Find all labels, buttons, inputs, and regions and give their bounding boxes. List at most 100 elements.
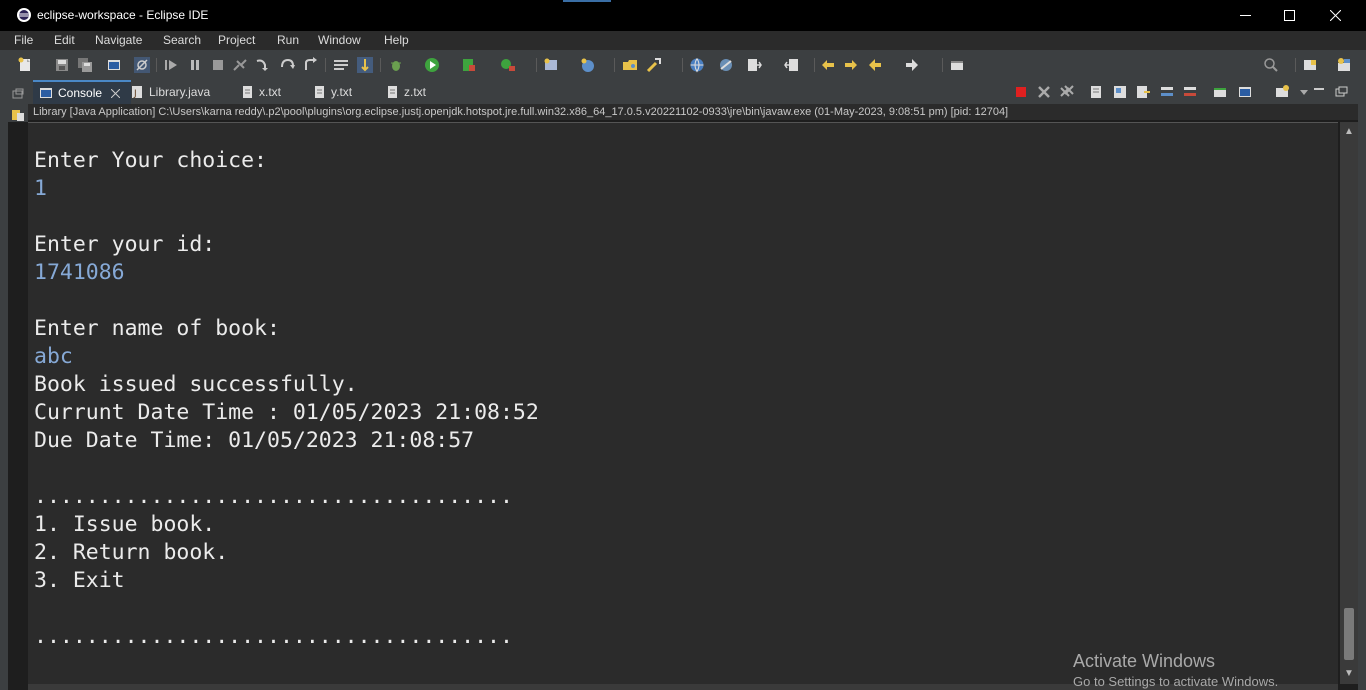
tab-y-txt[interactable]: y.txt [312, 80, 352, 104]
menu-run[interactable]: Run [277, 33, 299, 47]
menu-navigate[interactable]: Navigate [95, 33, 142, 47]
console-output-line: Enter Your choice: [34, 148, 267, 173]
show-on-error-icon[interactable] [1182, 84, 1198, 100]
terminate-icon[interactable] [210, 57, 226, 73]
save-all-icon[interactable] [77, 57, 93, 73]
menu-help[interactable]: Help [384, 33, 409, 47]
terminate-process-icon[interactable] [1013, 84, 1029, 100]
close-tab-icon[interactable] [111, 88, 121, 98]
annotation-next-icon[interactable] [746, 57, 762, 73]
back-icon[interactable] [867, 57, 883, 73]
scroll-lock-icon[interactable] [357, 57, 373, 73]
svg-text:J: J [133, 89, 137, 99]
view-menu-icon[interactable] [1296, 84, 1312, 100]
window-title: eclipse-workspace - Eclipse IDE [37, 8, 209, 22]
web-browser-icon[interactable] [718, 57, 734, 73]
scroll-down-icon[interactable]: ▼ [1343, 668, 1355, 680]
tab-console[interactable]: Console [33, 80, 131, 104]
tab-label: Console [58, 86, 103, 100]
toolbar-separator [1295, 58, 1296, 72]
package-explorer-icon[interactable] [11, 108, 25, 122]
title-accent [563, 0, 611, 2]
menu-edit[interactable]: Edit [54, 33, 75, 47]
suspend-icon[interactable] [187, 57, 203, 73]
resume-icon[interactable] [163, 57, 179, 73]
toolbar-separator [536, 58, 537, 72]
activate-windows-watermark: Activate Windows Go to Settings to activ… [1073, 651, 1278, 689]
search-task-icon[interactable] [646, 57, 662, 73]
console-output-area[interactable]: Enter Your choice: 1 Enter your id: 1741… [28, 122, 1338, 685]
open-type-icon[interactable] [622, 57, 638, 73]
menu-project[interactable]: Project [218, 33, 255, 47]
console-text[interactable]: Enter Your choice: 1 Enter your id: 1741… [34, 147, 539, 651]
save-icon[interactable] [54, 57, 70, 73]
maximize-view-icon[interactable] [1333, 84, 1349, 100]
open-console-icon[interactable] [1274, 84, 1290, 100]
console-output-line: 3. Exit [34, 568, 125, 593]
toolbar-separator [325, 58, 326, 72]
run-icon[interactable] [424, 57, 440, 73]
toolbar-separator [814, 58, 815, 72]
vertical-scrollbar[interactable]: ▲ ▼ [1340, 122, 1358, 684]
console-input-line: abc [34, 344, 73, 369]
right-border [1358, 80, 1366, 690]
clear-console-icon[interactable] [1089, 84, 1105, 100]
display-console-icon[interactable] [1237, 84, 1253, 100]
restore-icon[interactable] [11, 88, 25, 100]
text-file-icon [388, 86, 397, 98]
next-edit-icon[interactable] [843, 57, 859, 73]
step-return-icon[interactable] [302, 57, 318, 73]
pin-console-icon[interactable] [1212, 84, 1228, 100]
scroll-thumb[interactable] [1344, 608, 1354, 660]
tab-z-txt[interactable]: z.txt [385, 80, 426, 104]
coverage-icon[interactable] [461, 57, 477, 73]
skip-breakpoints-icon[interactable] [134, 57, 150, 73]
menu-window[interactable]: Window [318, 33, 361, 47]
minimize-button[interactable] [1222, 0, 1268, 31]
show-on-output-icon[interactable] [1159, 84, 1175, 100]
step-into-icon[interactable] [255, 57, 271, 73]
menu-file[interactable]: File [14, 33, 33, 47]
perspective-icon[interactable] [1302, 57, 1318, 73]
toolbar-separator [156, 58, 157, 72]
tab-label: y.txt [331, 85, 353, 99]
minimize-view-icon[interactable] [1311, 84, 1327, 100]
console-icon [40, 88, 52, 98]
external-tools-icon[interactable] [500, 57, 516, 73]
forward-icon[interactable] [904, 57, 920, 73]
process-description: Library [Java Application] C:\Users\karn… [33, 106, 1009, 118]
toolbar-separator [380, 58, 381, 72]
last-edit-icon[interactable] [820, 57, 836, 73]
open-perspective-icon[interactable] [949, 57, 965, 73]
word-wrap-icon[interactable] [333, 57, 349, 73]
text-file-icon [315, 86, 324, 98]
maximize-button[interactable] [1266, 0, 1312, 31]
eclipse-logo-icon [17, 8, 31, 22]
scroll-lock-console-icon[interactable] [1112, 84, 1128, 100]
word-wrap-console-icon[interactable] [1135, 84, 1151, 100]
debug-icon[interactable] [388, 57, 404, 73]
tab-x-txt[interactable]: x.txt [240, 80, 281, 104]
tab-library-java[interactable]: J Library.java [130, 80, 210, 104]
console-output-line: ..................................... [34, 624, 513, 649]
scroll-up-icon[interactable]: ▲ [1343, 126, 1355, 138]
annotation-prev-icon[interactable] [784, 57, 800, 73]
menu-search[interactable]: Search [163, 33, 201, 47]
remove-launch-icon[interactable] [1036, 84, 1052, 100]
new-class-icon[interactable] [580, 57, 596, 73]
console-output-line: Due Date Time: 01/05/2023 21:08:57 [34, 428, 475, 453]
java-perspective-icon[interactable] [1336, 57, 1352, 73]
toolbar-separator [682, 58, 683, 72]
new-java-project-icon[interactable] [543, 57, 559, 73]
step-over-icon[interactable] [279, 57, 295, 73]
terminal-icon[interactable] [106, 57, 122, 73]
globe-icon[interactable] [689, 57, 705, 73]
text-file-icon [243, 86, 252, 98]
remove-all-launches-icon[interactable] [1059, 84, 1075, 100]
close-button[interactable] [1312, 0, 1358, 31]
menu-bar: File Edit Navigate Search Project Run Wi… [0, 31, 1366, 50]
new-icon[interactable] [17, 57, 33, 73]
watermark-title: Activate Windows [1073, 651, 1216, 671]
disconnect-icon[interactable] [232, 57, 248, 73]
search-icon[interactable] [1263, 57, 1279, 73]
